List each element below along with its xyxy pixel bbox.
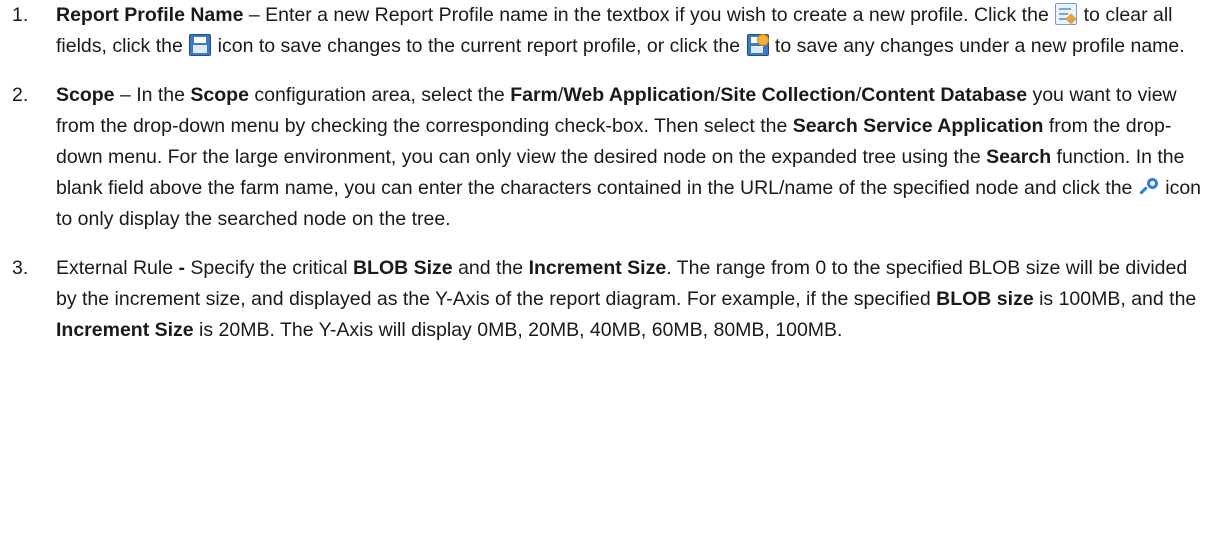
bold-term: Report Profile Name [56, 4, 244, 26]
bold-term: BLOB size [936, 288, 1034, 310]
text-run: to save any changes under a new profile … [769, 35, 1185, 57]
list-number: 2. [12, 84, 29, 106]
list-item: 2. Scope – In the Scope configuration ar… [0, 80, 1219, 235]
save-as-icon [746, 34, 769, 56]
list-item-text: Report Profile Name – Enter a new Report… [56, 0, 1209, 62]
list-number: 1. [12, 4, 29, 26]
bold-term: Search [986, 146, 1052, 168]
list-item-text: Scope – In the Scope configuration area,… [56, 80, 1209, 235]
bold-term: Content Database [861, 84, 1028, 106]
bold-term: Increment Size [528, 257, 667, 279]
clear-fields-icon [1055, 3, 1078, 25]
bold-term: Farm [510, 84, 558, 106]
text-run: is 100MB, and the [1033, 288, 1197, 310]
text-run: is 20MB. The Y-Axis will display 0MB, 20… [193, 319, 843, 341]
list-number: 3. [12, 257, 29, 279]
bold-term: Scope [190, 84, 249, 106]
list-item: 1. Report Profile Name – Enter a new Rep… [0, 0, 1219, 62]
text-run: and the [452, 257, 529, 279]
document-body: 1. Report Profile Name – Enter a new Rep… [0, 0, 1219, 346]
bold-term: Search Service Application [792, 115, 1044, 137]
list-item: 3. External Rule - Specify the critical … [0, 253, 1219, 346]
list-item-text: External Rule - Specify the critical BLO… [56, 253, 1209, 346]
text-run: configuration area, select the [248, 84, 511, 106]
bold-term: Increment Size [56, 319, 194, 341]
bold-term: Scope [56, 84, 115, 106]
bold-term: Site Collection [720, 84, 856, 106]
search-icon [1139, 176, 1159, 198]
text-run: – In the [114, 84, 191, 106]
bold-term: BLOB Size [352, 257, 453, 279]
bold-term: Web Application [563, 84, 715, 106]
text-run: icon to save changes to the current repo… [212, 35, 746, 57]
text-run: Specify the critical [184, 257, 353, 279]
text-run: External Rule [56, 257, 179, 279]
text-run: – Enter a new Report Profile name in the… [243, 4, 1055, 26]
save-icon [189, 34, 212, 56]
